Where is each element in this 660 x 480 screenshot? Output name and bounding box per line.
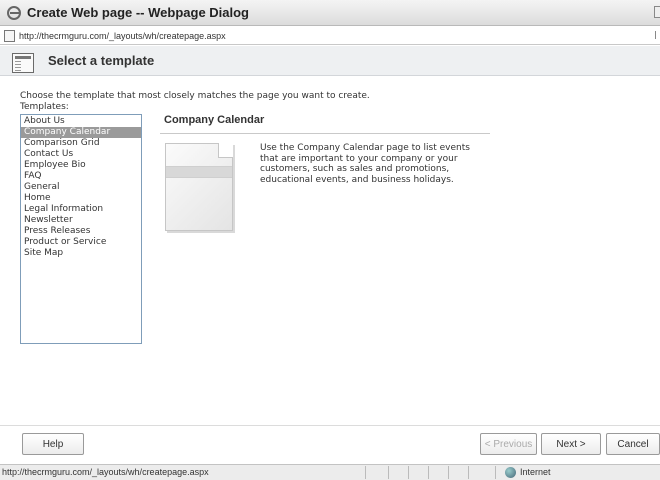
template-list-item[interactable]: Site Map [21,248,141,259]
status-url: http://thecrmguru.com/_layouts/wh/create… [2,467,209,477]
template-icon [12,52,34,73]
status-separator [468,466,469,479]
template-list-item[interactable]: Legal Information [21,204,141,215]
address-bar: http://thecrmguru.com/_layouts/wh/create… [0,27,660,45]
internet-zone-icon [505,467,516,478]
dialog-title: Create Web page -- Webpage Dialog [27,5,250,20]
status-separator [408,466,409,479]
template-list[interactable]: About Us Company Calendar Comparison Grid C… [20,114,142,344]
previous-button[interactable]: < Previous [480,433,537,455]
dialog-title-bar[interactable]: Create Web page -- Webpage Dialog [0,0,660,26]
templates-label: Templates: [20,102,69,112]
page-title: Select a template [48,53,155,68]
page-icon [4,29,15,42]
status-separator [448,466,449,479]
template-list-item[interactable]: Home [21,193,141,204]
template-description: Use the Company Calendar page to list ev… [260,143,470,185]
security-zone: Internet [520,467,551,477]
template-list-item[interactable]: About Us [21,116,141,127]
template-list-item[interactable]: FAQ [21,171,141,182]
thumbnail-band [166,166,232,178]
template-thumbnail [165,143,233,231]
footer-divider [0,425,660,426]
internet-explorer-icon [7,5,21,20]
template-list-item[interactable]: Press Releases [21,226,141,237]
instruction-text: Choose the template that most closely ma… [20,91,370,101]
template-list-item[interactable]: Contact Us [21,149,141,160]
help-button[interactable]: Help [22,433,84,455]
cancel-button[interactable]: Cancel [606,433,660,455]
status-separator [495,466,496,479]
next-button[interactable]: Next > [541,433,601,455]
template-list-item[interactable]: Newsletter [21,215,141,226]
page-header: Select a template [0,46,660,76]
template-list-item[interactable]: Product or Service [21,237,141,248]
address-url: http://thecrmguru.com/_layouts/wh/create… [19,30,226,41]
close-button[interactable] [654,6,660,18]
template-list-item[interactable]: Comparison Grid [21,138,141,149]
status-separator [365,466,366,479]
template-list-item[interactable]: Employee Bio [21,160,141,171]
preview-divider [160,133,490,134]
template-list-item[interactable]: General [21,182,141,193]
template-list-item[interactable]: Company Calendar [21,127,141,138]
address-dropdown-icon[interactable] [655,31,660,39]
status-separator [388,466,389,479]
status-separator [428,466,429,479]
status-bar: http://thecrmguru.com/_layouts/wh/create… [0,464,660,480]
preview-title: Company Calendar [164,114,265,126]
